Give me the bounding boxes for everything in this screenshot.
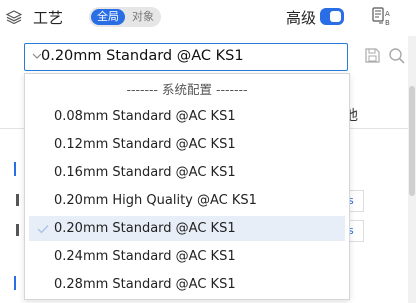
list-item-selected[interactable]: 0.20mm Standard @AC KS1 bbox=[29, 216, 345, 241]
list-item[interactable]: 0.24mm Standard @AC KS1 bbox=[29, 244, 345, 269]
svg-text:A: A bbox=[385, 10, 390, 18]
list-item[interactable]: 0.28mm Standard @AC KS1 bbox=[29, 272, 345, 297]
label-fragment bbox=[16, 224, 19, 236]
compare-list-icon[interactable]: A B bbox=[372, 7, 394, 27]
preset-value: 0.20mm Standard @AC KS1 bbox=[41, 48, 244, 64]
scrollbar-thumb[interactable] bbox=[409, 86, 415, 196]
item-label: 0.20mm Standard @AC KS1 bbox=[54, 221, 236, 236]
section-marker bbox=[14, 162, 16, 176]
group-header-system: ------- 系统配置 ------- bbox=[126, 82, 248, 97]
process-header: 工艺 全局 对象 高级 A B bbox=[0, 0, 416, 36]
scope-global-tab[interactable]: 全局 bbox=[91, 9, 125, 25]
section-marker bbox=[14, 276, 16, 290]
item-label: 0.08mm Standard @AC KS1 bbox=[54, 109, 236, 124]
page-title: 工艺 bbox=[33, 9, 64, 27]
settings-scrollbar[interactable] bbox=[408, 36, 416, 303]
item-label: 0.24mm Standard @AC KS1 bbox=[54, 249, 236, 264]
advanced-label: 高级 bbox=[286, 9, 317, 27]
save-icon[interactable] bbox=[364, 47, 381, 64]
item-label: 0.12mm Standard @AC KS1 bbox=[54, 137, 236, 152]
scope-switch[interactable]: 全局 对象 bbox=[89, 7, 161, 27]
list-item[interactable]: 0.16mm Standard @AC KS1 bbox=[29, 160, 345, 185]
item-label: 0.28mm Standard @AC KS1 bbox=[54, 277, 236, 292]
toggle-knob bbox=[330, 11, 341, 22]
svg-text:B: B bbox=[385, 19, 390, 27]
check-icon bbox=[37, 225, 49, 234]
scope-object-tab[interactable]: 对象 bbox=[127, 9, 159, 25]
list-item[interactable]: 0.08mm Standard @AC KS1 bbox=[29, 104, 345, 129]
advanced-toggle[interactable] bbox=[320, 8, 344, 25]
item-label: 0.16mm Standard @AC KS1 bbox=[54, 165, 236, 180]
preset-dropdown-list: ------- 系统配置 ------- 0.08mm Standard @AC… bbox=[24, 73, 350, 300]
list-item[interactable]: 0.20mm High Quality @AC KS1 bbox=[29, 188, 345, 213]
layers-icon bbox=[6, 10, 22, 25]
list-item[interactable]: 0.12mm Standard @AC KS1 bbox=[29, 132, 345, 157]
label-fragment bbox=[16, 194, 19, 206]
process-preset-select[interactable]: 0.20mm Standard @AC KS1 bbox=[24, 43, 348, 71]
search-icon[interactable] bbox=[388, 47, 406, 65]
item-label: 0.20mm High Quality @AC KS1 bbox=[54, 193, 257, 208]
